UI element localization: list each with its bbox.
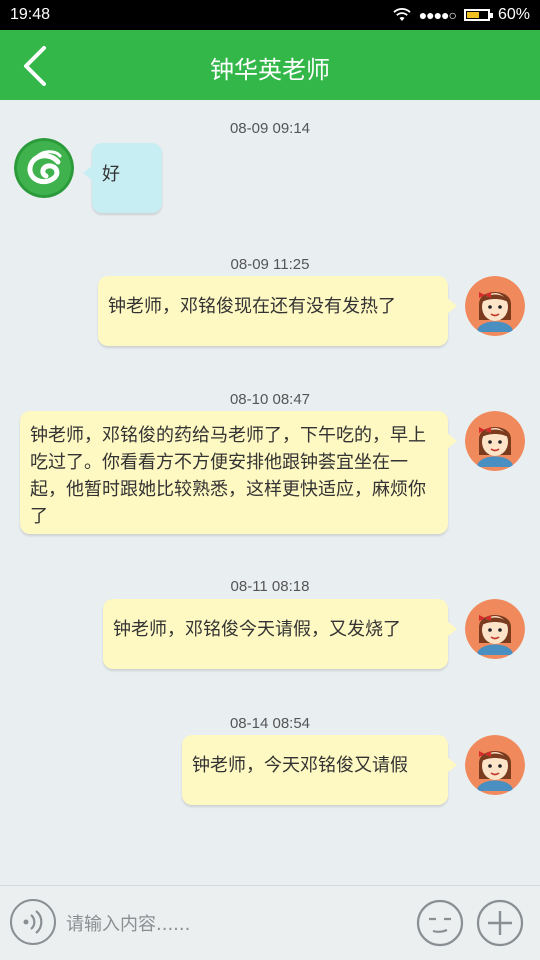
message-timestamp: 08-14 08:54 xyxy=(229,715,311,732)
parent-avatar[interactable] xyxy=(465,276,525,336)
voice-input-button[interactable] xyxy=(10,899,56,945)
school-logo-avatar[interactable] xyxy=(14,138,74,198)
girl-avatar-icon xyxy=(465,599,525,659)
message-bubble-outgoing[interactable]: 钟老师，邓铭俊现在还有没有发热了 xyxy=(98,276,457,346)
plus-icon xyxy=(476,899,524,947)
parent-avatar[interactable] xyxy=(465,411,525,471)
status-bar: 19:48 ●●●●○ 60% xyxy=(0,0,540,30)
wifi-icon xyxy=(393,8,411,21)
parent-avatar[interactable] xyxy=(465,599,525,659)
message-timestamp: 08-09 11:25 xyxy=(230,256,310,273)
message-bubble-outgoing[interactable]: 钟老师，今天邓铭俊又请假 xyxy=(182,735,457,805)
emoji-face-icon xyxy=(416,899,464,947)
message-list[interactable]: 08-09 09:14 好 08-09 11:25 钟老师，邓铭俊现在还有没有发… xyxy=(0,100,540,885)
battery-percent: 60% xyxy=(497,6,530,23)
school-logo-icon xyxy=(14,138,74,198)
message-timestamp: 08-10 08:47 xyxy=(229,391,311,408)
status-indicators: ●●●●○ 60% xyxy=(393,6,530,24)
message-bubble-outgoing[interactable]: 钟老师，邓铭俊的药给马老师了，下午吃的，早上吃过了。你看看方不方便安排他跟钟荟宜… xyxy=(20,411,457,534)
message-input[interactable] xyxy=(64,904,398,944)
girl-avatar-icon xyxy=(465,276,525,336)
message-timestamp: 08-09 09:14 xyxy=(229,120,311,137)
message-timestamp: 08-11 08:18 xyxy=(230,578,310,595)
input-bar xyxy=(0,885,540,960)
girl-avatar-icon xyxy=(465,735,525,795)
chat-title: 钟华英老师 xyxy=(210,56,330,84)
message-bubble-outgoing[interactable]: 钟老师，邓铭俊今天请假，又发烧了 xyxy=(103,599,457,669)
chat-header: 钟华英老师 xyxy=(0,30,540,100)
message-bubble-incoming[interactable]: 好 xyxy=(83,143,162,213)
voice-wave-icon xyxy=(23,910,43,934)
status-time: 19:48 xyxy=(10,6,51,23)
emoji-button[interactable] xyxy=(416,899,464,947)
battery-icon xyxy=(463,9,493,21)
signal-dots-icon: ●●●●○ xyxy=(418,7,457,23)
girl-avatar-icon xyxy=(465,411,525,471)
parent-avatar[interactable] xyxy=(465,735,525,795)
more-options-button[interactable] xyxy=(476,899,524,947)
